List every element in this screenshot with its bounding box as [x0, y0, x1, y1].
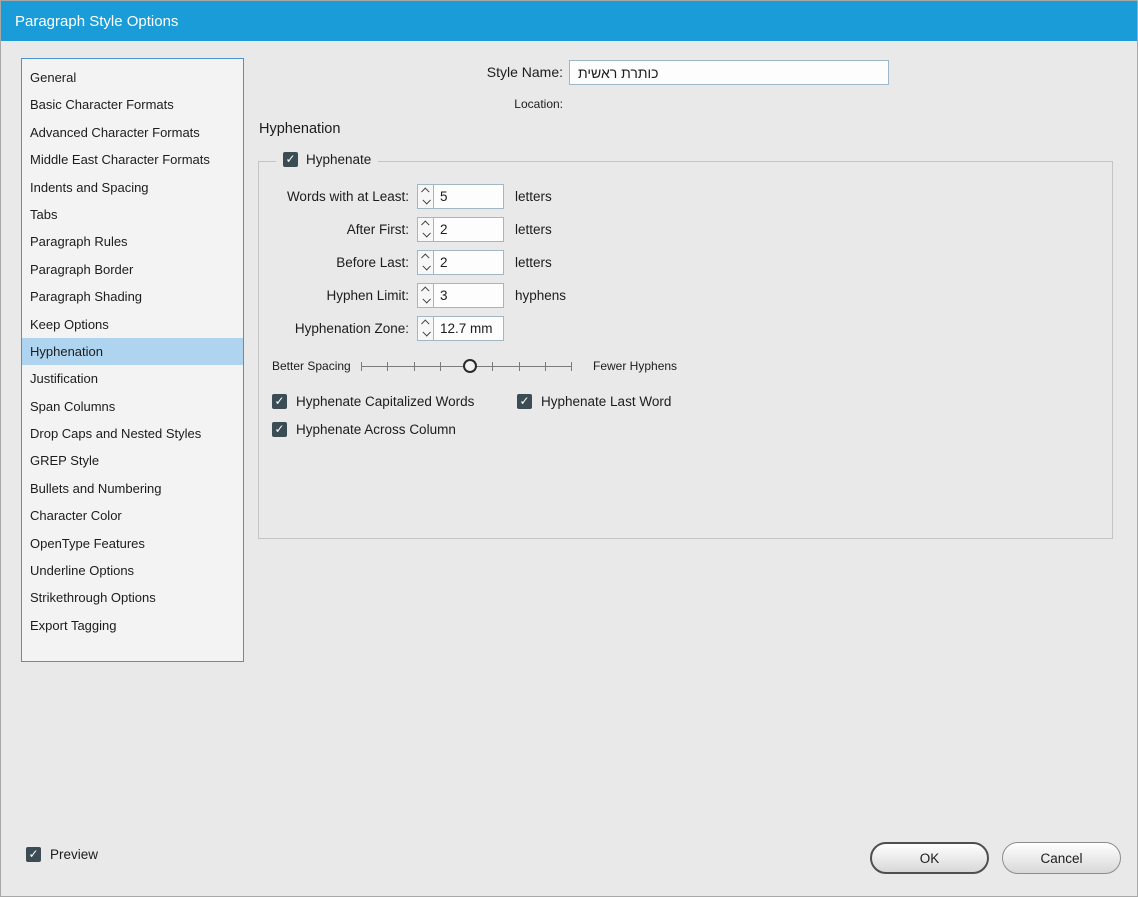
- stepper-up-icon: [420, 220, 430, 229]
- checkbox-row-1: Hyphenate Capitalized Words Hyphenate La…: [259, 394, 1112, 409]
- field-row-before-last: Before Last: letters: [259, 249, 1112, 275]
- hyphen-limit-input[interactable]: [434, 282, 504, 308]
- field-row-hyphen-limit: Hyphen Limit: hyphens: [259, 282, 1112, 308]
- sidebar-item-character-color[interactable]: Character Color: [22, 502, 243, 529]
- hyphenate-label: Hyphenate: [306, 152, 372, 167]
- preview-label: Preview: [50, 847, 99, 862]
- stepper-up-icon: [420, 286, 430, 295]
- before-last-unit: letters: [515, 254, 552, 270]
- hyphenate-capitalized-item: Hyphenate Capitalized Words: [272, 394, 517, 409]
- words-min-label: Words with at Least:: [286, 188, 409, 204]
- hyphenate-across-column-label: Hyphenate Across Column: [296, 422, 456, 437]
- hyphenate-last-word-item: Hyphenate Last Word: [517, 394, 671, 409]
- stepper-down-icon: [421, 196, 431, 205]
- slider-tick: [361, 361, 362, 371]
- slider-handle[interactable]: [463, 358, 478, 373]
- stepper-up-icon: [420, 319, 430, 328]
- sidebar-item-advanced-character-formats[interactable]: Advanced Character Formats: [22, 119, 243, 146]
- location-label: Location:: [514, 97, 563, 111]
- sidebar-item-basic-character-formats[interactable]: Basic Character Formats: [22, 91, 243, 118]
- sidebar-item-span-columns[interactable]: Span Columns: [22, 393, 243, 420]
- after-first-stepper[interactable]: [417, 216, 434, 242]
- stepper-up-icon: [420, 187, 430, 196]
- field-row-words-min: Words with at Least: letters: [259, 183, 1112, 209]
- hyphenate-last-word-label: Hyphenate Last Word: [541, 394, 672, 409]
- after-first-unit: letters: [515, 221, 552, 237]
- sidebar-item-opentype-features[interactable]: OpenType Features: [22, 530, 243, 557]
- sidebar-item-paragraph-shading[interactable]: Paragraph Shading: [22, 283, 243, 310]
- words-min-unit: letters: [515, 188, 552, 204]
- field-row-hyphenation-zone: Hyphenation Zone:: [259, 315, 1112, 341]
- words-min-input[interactable]: [434, 183, 504, 209]
- hyphenate-legend: Hyphenate: [276, 152, 379, 167]
- stepper-down-icon: [421, 295, 431, 304]
- hyphenation-slider-row: Better Spacing Fewer Hyphens: [259, 357, 1112, 375]
- hyphenate-across-column-item: Hyphenate Across Column: [272, 422, 456, 437]
- hyphenation-groupbox: Hyphenate Words with at Least: letters A…: [258, 152, 1113, 539]
- style-name-input[interactable]: [569, 60, 889, 85]
- ok-button[interactable]: OK: [870, 842, 989, 874]
- sidebar-item-justification[interactable]: Justification: [22, 365, 243, 392]
- cancel-button[interactable]: Cancel: [1002, 842, 1121, 874]
- style-name-label: Style Name:: [486, 64, 563, 80]
- sidebar-item-paragraph-border[interactable]: Paragraph Border: [22, 256, 243, 283]
- hyphenate-capitalized-label: Hyphenate Capitalized Words: [296, 394, 475, 409]
- before-last-label: Before Last:: [336, 254, 409, 270]
- title-bar: Paragraph Style Options: [1, 1, 1137, 41]
- stepper-down-icon: [421, 328, 431, 337]
- hyphenate-capitalized-checkbox[interactable]: [272, 394, 287, 409]
- slider-right-label: Fewer Hyphens: [593, 359, 678, 373]
- slider-tick: [387, 361, 389, 371]
- hyphenation-zone-label: Hyphenation Zone:: [294, 320, 409, 336]
- window-title: Paragraph Style Options: [15, 12, 179, 30]
- paragraph-style-options-dialog: Paragraph Style Options General Basic Cha…: [0, 0, 1138, 897]
- hyphenate-across-column-checkbox[interactable]: [272, 422, 287, 437]
- slider-tick: [571, 361, 572, 371]
- field-row-after-first: After First: letters: [259, 216, 1112, 242]
- sidebar-item-hyphenation[interactable]: Hyphenation: [22, 337, 243, 366]
- words-min-stepper[interactable]: [417, 183, 434, 209]
- slider-tick: [518, 361, 520, 371]
- slider-tick: [413, 361, 415, 371]
- hyphenate-checkbox[interactable]: [283, 152, 298, 167]
- sidebar-item-drop-caps-and-nested-styles[interactable]: Drop Caps and Nested Styles: [22, 420, 243, 447]
- slider-tick: [492, 361, 494, 371]
- checkbox-row-2: Hyphenate Across Column: [259, 422, 1112, 437]
- after-first-label: After First:: [346, 221, 409, 237]
- sidebar-item-grep-style[interactable]: GREP Style: [22, 447, 243, 474]
- sidebar-item-indents-and-spacing[interactable]: Indents and Spacing: [22, 174, 243, 201]
- slider-tick: [544, 361, 546, 371]
- after-first-input[interactable]: [434, 216, 504, 242]
- before-last-stepper[interactable]: [417, 249, 434, 275]
- hyphenation-zone-input[interactable]: [434, 315, 504, 341]
- hyphen-limit-label: Hyphen Limit:: [326, 287, 409, 303]
- sidebar-item-export-tagging[interactable]: Export Tagging: [22, 612, 243, 639]
- sidebar-list: General Basic Character Formats Advanced C…: [21, 58, 244, 662]
- hyphenation-slider-track[interactable]: [361, 358, 572, 375]
- sidebar-item-strikethrough-options[interactable]: Strikethrough Options: [22, 584, 243, 611]
- sidebar-item-tabs[interactable]: Tabs: [22, 201, 243, 228]
- panel-title: Hyphenation: [259, 121, 341, 137]
- preview-checkbox[interactable]: [26, 847, 41, 862]
- stepper-up-icon: [420, 253, 430, 262]
- preview-item: Preview: [26, 847, 98, 862]
- hyphen-limit-stepper[interactable]: [417, 282, 434, 308]
- hyphenate-last-word-checkbox[interactable]: [517, 394, 532, 409]
- hyphenation-zone-stepper[interactable]: [417, 315, 434, 341]
- sidebar-item-paragraph-rules[interactable]: Paragraph Rules: [22, 228, 243, 255]
- sidebar-item-keep-options[interactable]: Keep Options: [22, 311, 243, 338]
- sidebar-item-bullets-and-numbering[interactable]: Bullets and Numbering: [22, 475, 243, 502]
- sidebar-item-general[interactable]: General: [22, 64, 243, 91]
- sidebar-item-middle-east-character-formats[interactable]: Middle East Character Formats: [22, 146, 243, 173]
- hyphen-limit-unit: hyphens: [515, 287, 567, 303]
- slider-tick: [439, 361, 441, 371]
- sidebar-item-underline-options[interactable]: Underline Options: [22, 557, 243, 584]
- before-last-input[interactable]: [434, 249, 504, 275]
- slider-left-label: Better Spacing: [272, 359, 351, 373]
- stepper-down-icon: [421, 262, 431, 271]
- stepper-down-icon: [421, 229, 431, 238]
